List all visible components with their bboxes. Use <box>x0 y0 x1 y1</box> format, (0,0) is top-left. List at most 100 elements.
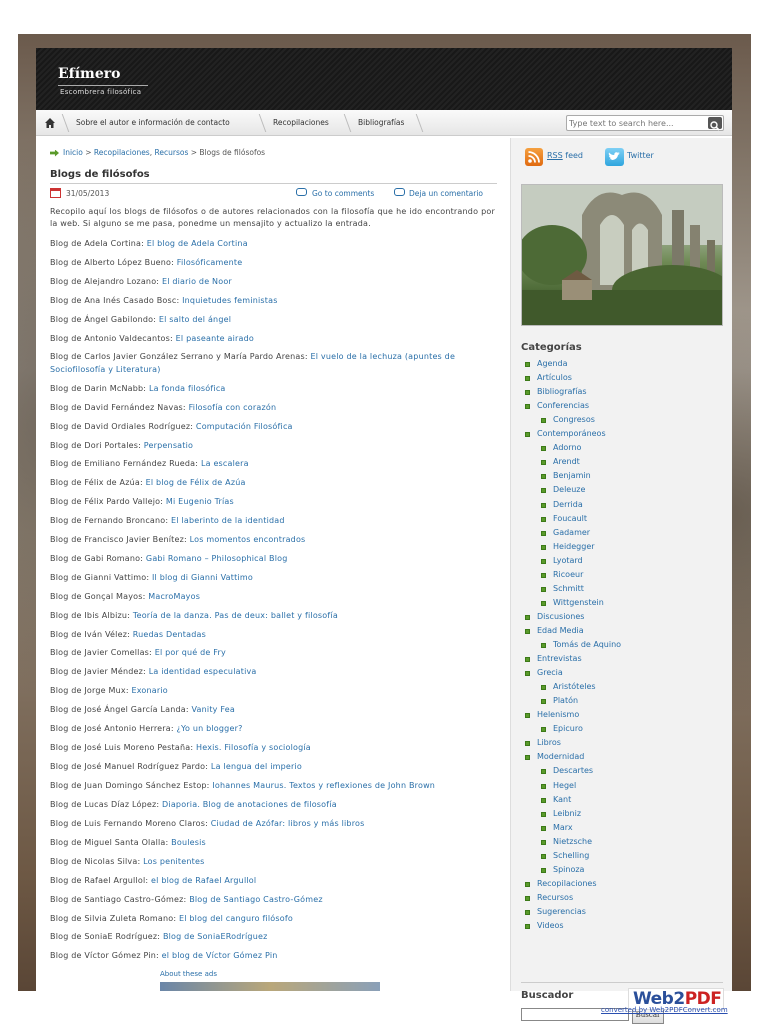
blog-link[interactable]: Los penitentes <box>143 857 204 866</box>
category-item[interactable]: Libros <box>537 738 561 747</box>
blog-link[interactable]: El salto del ángel <box>159 315 231 324</box>
rss-feed-link[interactable]: RSS feed <box>547 151 583 160</box>
blog-link[interactable]: Exonario <box>131 686 167 695</box>
blog-link[interactable]: El blog de Félix de Azúa <box>146 478 246 487</box>
blog-link[interactable]: Ruedas Dentadas <box>133 630 206 639</box>
home-icon[interactable] <box>45 118 55 128</box>
blog-link[interactable]: Teoría de la danza. Pas de deux: ballet … <box>133 611 338 620</box>
blog-link[interactable]: Blog de Santiago Castro-Gómez <box>189 895 323 904</box>
category-item[interactable]: Recopilaciones <box>537 879 597 888</box>
category-item[interactable]: Aristóteles <box>553 682 596 691</box>
category-item[interactable]: Nietzsche <box>553 837 592 846</box>
blog-link[interactable]: Los momentos encontrados <box>190 535 306 544</box>
category-item[interactable]: Gadamer <box>553 528 590 537</box>
blog-link[interactable]: El diario de Noor <box>162 277 232 286</box>
converted-by-link[interactable]: converted by Web2PDFConvert.com <box>601 1006 728 1014</box>
blog-link[interactable]: La lengua del imperio <box>211 762 302 771</box>
blog-link[interactable]: El laberinto de la identidad <box>171 516 285 525</box>
category-item[interactable]: Foucault <box>553 514 587 523</box>
category-item[interactable]: Adorno <box>553 443 581 452</box>
blog-link[interactable]: ¿Yo un blogger? <box>177 724 243 733</box>
breadcrumb-home[interactable]: Inicio <box>63 148 83 157</box>
blog-link[interactable]: Gabi Romano – Philosophical Blog <box>146 554 288 563</box>
category-item[interactable]: Leibniz <box>553 809 581 818</box>
blog-link[interactable]: Diaporia. Blog de anotaciones de filosof… <box>162 800 337 809</box>
blog-link[interactable]: el blog de Rafael Argullol <box>151 876 256 885</box>
category-item[interactable]: Wittgenstein <box>553 598 604 607</box>
blog-link[interactable]: El por qué de Fry <box>155 648 226 657</box>
category-item[interactable]: Spinoza <box>553 865 584 874</box>
blog-link[interactable]: Blog de SoniaERodríguez <box>163 932 268 941</box>
category-item[interactable]: Lyotard <box>553 556 583 565</box>
category-item[interactable]: Sugerencias <box>537 907 586 916</box>
twitter-link[interactable]: Twitter <box>627 151 654 160</box>
search-button[interactable] <box>708 117 722 131</box>
category-item[interactable]: Grecia <box>537 668 563 677</box>
blog-link[interactable]: Boulesis <box>171 838 206 847</box>
twitter-icon[interactable] <box>605 148 624 166</box>
category-item[interactable]: Heidegger <box>553 542 595 551</box>
breadcrumb-recopilaciones[interactable]: Recopilaciones <box>94 148 150 157</box>
site-title[interactable]: Efímero <box>58 66 120 82</box>
ad-banner[interactable] <box>160 982 380 991</box>
category-item[interactable]: Ricoeur <box>553 570 583 579</box>
blog-link[interactable]: Hexis. Filosofía y sociología <box>196 743 311 752</box>
category-item[interactable]: Contemporáneos <box>537 429 606 438</box>
category-item[interactable]: Helenismo <box>537 710 579 719</box>
blog-link[interactable]: La identidad especulativa <box>149 667 257 676</box>
category-item[interactable]: Deleuze <box>553 485 585 494</box>
category-item[interactable]: Hegel <box>553 781 576 790</box>
category-item[interactable]: Schmitt <box>553 584 584 593</box>
category-item[interactable]: Epicuro <box>553 724 583 733</box>
category-item[interactable]: Congresos <box>553 415 595 424</box>
blog-link[interactable]: Il blog di Gianni Vattimo <box>152 573 253 582</box>
category-item[interactable]: Benjamin <box>553 471 591 480</box>
search-input[interactable] <box>569 117 704 129</box>
category-item[interactable]: Tomás de Aquino <box>553 640 621 649</box>
ads-label[interactable]: About these ads <box>160 970 217 978</box>
category-item[interactable]: Recursos <box>537 893 573 902</box>
blog-link[interactable]: Ciudad de Azófar: libros y más libros <box>211 819 365 828</box>
blog-link[interactable]: Perpensatio <box>144 441 193 450</box>
blog-link[interactable]: Vanity Fea <box>192 705 235 714</box>
category-item[interactable]: Entrevistas <box>537 654 582 663</box>
category-item[interactable]: Schelling <box>553 851 589 860</box>
blog-link[interactable]: Filosofía con corazón <box>189 403 277 412</box>
category-item[interactable]: Videos <box>537 921 564 930</box>
blog-link[interactable]: El paseante airado <box>176 334 254 343</box>
category-item[interactable]: Agenda <box>537 359 568 368</box>
category-item[interactable]: Kant <box>553 795 571 804</box>
blog-link[interactable]: La escalera <box>201 459 249 468</box>
blog-link[interactable]: El blog del canguro filósofo <box>179 914 293 923</box>
rss-icon[interactable] <box>525 148 543 166</box>
blog-link[interactable]: Filosóficamente <box>177 258 243 267</box>
category-item[interactable]: Derrida <box>553 500 583 509</box>
blog-link[interactable]: el blog de Víctor Gómez Pin <box>162 951 278 960</box>
go-to-comments-link[interactable]: Go to comments <box>312 189 374 198</box>
blog-link[interactable]: Mi Eugenio Trías <box>166 497 234 506</box>
category-item[interactable]: Arendt <box>553 457 580 466</box>
blog-link[interactable]: Computación Filosófica <box>196 422 293 431</box>
category-item[interactable]: Bibliografías <box>537 387 587 396</box>
category-item[interactable]: Discusiones <box>537 612 584 621</box>
blog-link[interactable]: La fonda filosófica <box>149 384 226 393</box>
leave-comment-link[interactable]: Deja un comentario <box>409 189 483 198</box>
blog-entry: Blog de SoniaE Rodríguez: Blog de SoniaE… <box>50 931 495 944</box>
category-item[interactable]: Conferencias <box>537 401 589 410</box>
breadcrumb-recursos[interactable]: Recursos <box>155 148 189 157</box>
blog-entry: Blog de Fernando Broncano: El laberinto … <box>50 515 495 528</box>
nav-item-bibliografias[interactable]: Bibliografías <box>358 110 404 136</box>
category-item[interactable]: Modernidad <box>537 752 584 761</box>
category-item[interactable]: Descartes <box>553 766 593 775</box>
blog-link[interactable]: Inquietudes feministas <box>182 296 277 305</box>
category-item[interactable]: Platón <box>553 696 578 705</box>
rss-feed-text: feed <box>562 151 583 160</box>
nav-item-about[interactable]: Sobre el autor e información de contacto <box>76 110 230 136</box>
category-item[interactable]: Edad Media <box>537 626 584 635</box>
category-item[interactable]: Marx <box>553 823 573 832</box>
nav-item-recopilaciones[interactable]: Recopilaciones <box>273 110 329 136</box>
blog-link[interactable]: El blog de Adela Cortina <box>147 239 248 248</box>
blog-link[interactable]: MacroMayos <box>148 592 200 601</box>
category-item[interactable]: Artículos <box>537 373 572 382</box>
blog-link[interactable]: Iohannes Maurus. Textos y reflexiones de… <box>212 781 435 790</box>
